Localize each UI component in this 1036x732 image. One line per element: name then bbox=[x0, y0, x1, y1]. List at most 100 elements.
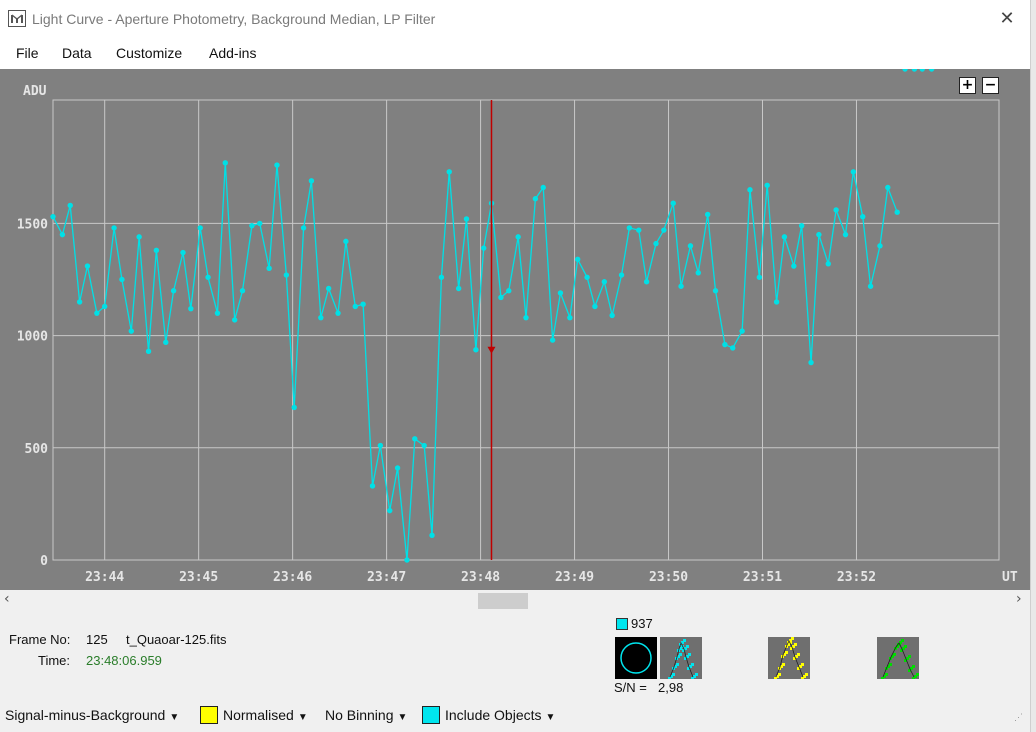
data-point bbox=[360, 301, 366, 307]
profile-pixel bbox=[908, 655, 911, 658]
resize-grip-icon[interactable]: ⋰ bbox=[1014, 712, 1023, 723]
sn-label: S/N = bbox=[614, 680, 647, 695]
data-point bbox=[352, 303, 358, 310]
data-point bbox=[653, 240, 659, 247]
include-objects-dropdown[interactable]: Include Objects ▼ bbox=[445, 707, 555, 723]
profile-pixel bbox=[805, 673, 808, 676]
data-point bbox=[678, 283, 684, 289]
data-point bbox=[515, 234, 521, 240]
data-point bbox=[825, 261, 831, 267]
time-label: Time: bbox=[38, 653, 71, 668]
scroll-thumb[interactable] bbox=[478, 593, 528, 609]
menu-customize[interactable]: Customize bbox=[116, 45, 182, 61]
data-point bbox=[928, 69, 935, 72]
data-point bbox=[446, 169, 452, 175]
x-tick-label: 23:44 bbox=[85, 570, 124, 585]
data-point bbox=[188, 305, 194, 312]
data-point bbox=[101, 303, 108, 310]
data-point bbox=[833, 207, 839, 213]
data-point bbox=[249, 222, 255, 229]
comparison2-profile-thumbnail[interactable] bbox=[877, 637, 919, 680]
aperture-thumbnail[interactable] bbox=[615, 637, 657, 679]
data-point bbox=[592, 303, 598, 310]
data-point bbox=[643, 279, 650, 285]
y-axis-label: ADU bbox=[23, 84, 47, 99]
data-point bbox=[84, 263, 91, 269]
data-point bbox=[747, 187, 753, 193]
frame-no-value: 125 bbox=[86, 632, 108, 647]
profile-pixel bbox=[791, 637, 794, 640]
menu-add-ins[interactable]: Add-ins bbox=[209, 45, 256, 61]
data-point bbox=[567, 314, 573, 321]
data-point bbox=[94, 310, 100, 316]
comparison1-profile-thumbnail[interactable] bbox=[768, 637, 810, 680]
y-tick-label: 500 bbox=[25, 442, 49, 457]
light-curve-chart[interactable]: 0 500 1000 1500 23:44 23:45 23:46 23:47 23:48 23:… bbox=[0, 69, 1030, 590]
data-point bbox=[756, 274, 763, 280]
data-point bbox=[412, 436, 418, 442]
data-point bbox=[404, 557, 410, 563]
data-point bbox=[325, 285, 332, 292]
data-point bbox=[257, 220, 263, 227]
x-tick-label: 23:51 bbox=[743, 570, 782, 585]
target-value: 937 bbox=[631, 616, 653, 631]
app-icon bbox=[8, 10, 26, 27]
normalised-dropdown[interactable]: Normalised ▼ bbox=[223, 707, 308, 723]
chevron-down-icon: ▼ bbox=[169, 712, 180, 723]
data-point bbox=[816, 231, 822, 238]
profile-pixel bbox=[695, 673, 698, 676]
x-tick-label: 23:52 bbox=[837, 570, 876, 585]
data-point bbox=[283, 272, 290, 278]
menu-file[interactable]: File bbox=[16, 45, 39, 61]
data-point bbox=[473, 347, 479, 353]
target-profile-thumbnail[interactable] bbox=[660, 637, 702, 680]
profile-pixel bbox=[679, 653, 682, 656]
profile-pixel bbox=[893, 653, 896, 656]
data-point bbox=[335, 310, 341, 316]
data-point bbox=[50, 213, 56, 220]
binning-dropdown[interactable]: No Binning ▼ bbox=[325, 707, 407, 723]
data-point bbox=[574, 256, 581, 263]
sn-value: 2,98 bbox=[658, 680, 684, 695]
data-point bbox=[695, 270, 701, 276]
data-point bbox=[119, 276, 125, 283]
normalised-color-swatch[interactable] bbox=[200, 706, 218, 724]
time-value: 23:48:06.959 bbox=[86, 653, 162, 668]
light-curve-window: Light Curve - Aperture Photometry, Backg… bbox=[0, 0, 1030, 732]
status-bar: Signal-minus-Background ▼ Normalised ▼ No … bbox=[0, 702, 1030, 732]
zoom-in-button[interactable]: + bbox=[959, 77, 976, 94]
y-tick-label: 0 bbox=[40, 554, 48, 569]
data-point bbox=[557, 290, 564, 296]
data-point bbox=[308, 178, 315, 184]
profile-pixel bbox=[794, 643, 797, 646]
x-tick-label: 23:50 bbox=[649, 570, 688, 585]
data-point bbox=[704, 211, 711, 218]
data-point bbox=[136, 234, 142, 240]
chevron-down-icon: ▼ bbox=[297, 712, 308, 723]
data-point bbox=[850, 169, 857, 175]
light-curve-line bbox=[52, 162, 898, 561]
data-point bbox=[300, 225, 307, 231]
close-icon[interactable]: ✕ bbox=[994, 7, 1020, 31]
zoom-out-button[interactable]: − bbox=[982, 77, 999, 94]
scroll-left-icon[interactable]: ‹ bbox=[4, 591, 10, 607]
signal-mode-dropdown[interactable]: Signal-minus-Background ▼ bbox=[5, 707, 179, 723]
x-tick-label: 23:49 bbox=[555, 570, 594, 585]
menu-data[interactable]: Data bbox=[62, 45, 92, 61]
data-point bbox=[145, 348, 152, 355]
profile-pixel bbox=[683, 639, 686, 642]
include-objects-color-swatch[interactable] bbox=[422, 706, 440, 724]
data-point bbox=[197, 225, 203, 231]
data-point bbox=[867, 283, 874, 289]
data-point bbox=[712, 288, 719, 294]
scroll-right-icon[interactable]: › bbox=[1016, 591, 1022, 607]
x-tick-label: 23:45 bbox=[179, 570, 218, 585]
horizontal-scrollbar[interactable]: ‹ › bbox=[0, 590, 1030, 610]
menu-bar: File Data Customize Add-ins bbox=[0, 38, 1030, 69]
target-color-swatch bbox=[616, 618, 628, 630]
data-point bbox=[860, 213, 866, 220]
data-point bbox=[609, 312, 615, 319]
chart-svg: 0 500 1000 1500 23:44 23:45 23:46 23:47 23:48 23:… bbox=[17, 69, 1018, 585]
background-window-edge bbox=[1030, 0, 1036, 732]
data-point bbox=[343, 238, 349, 245]
